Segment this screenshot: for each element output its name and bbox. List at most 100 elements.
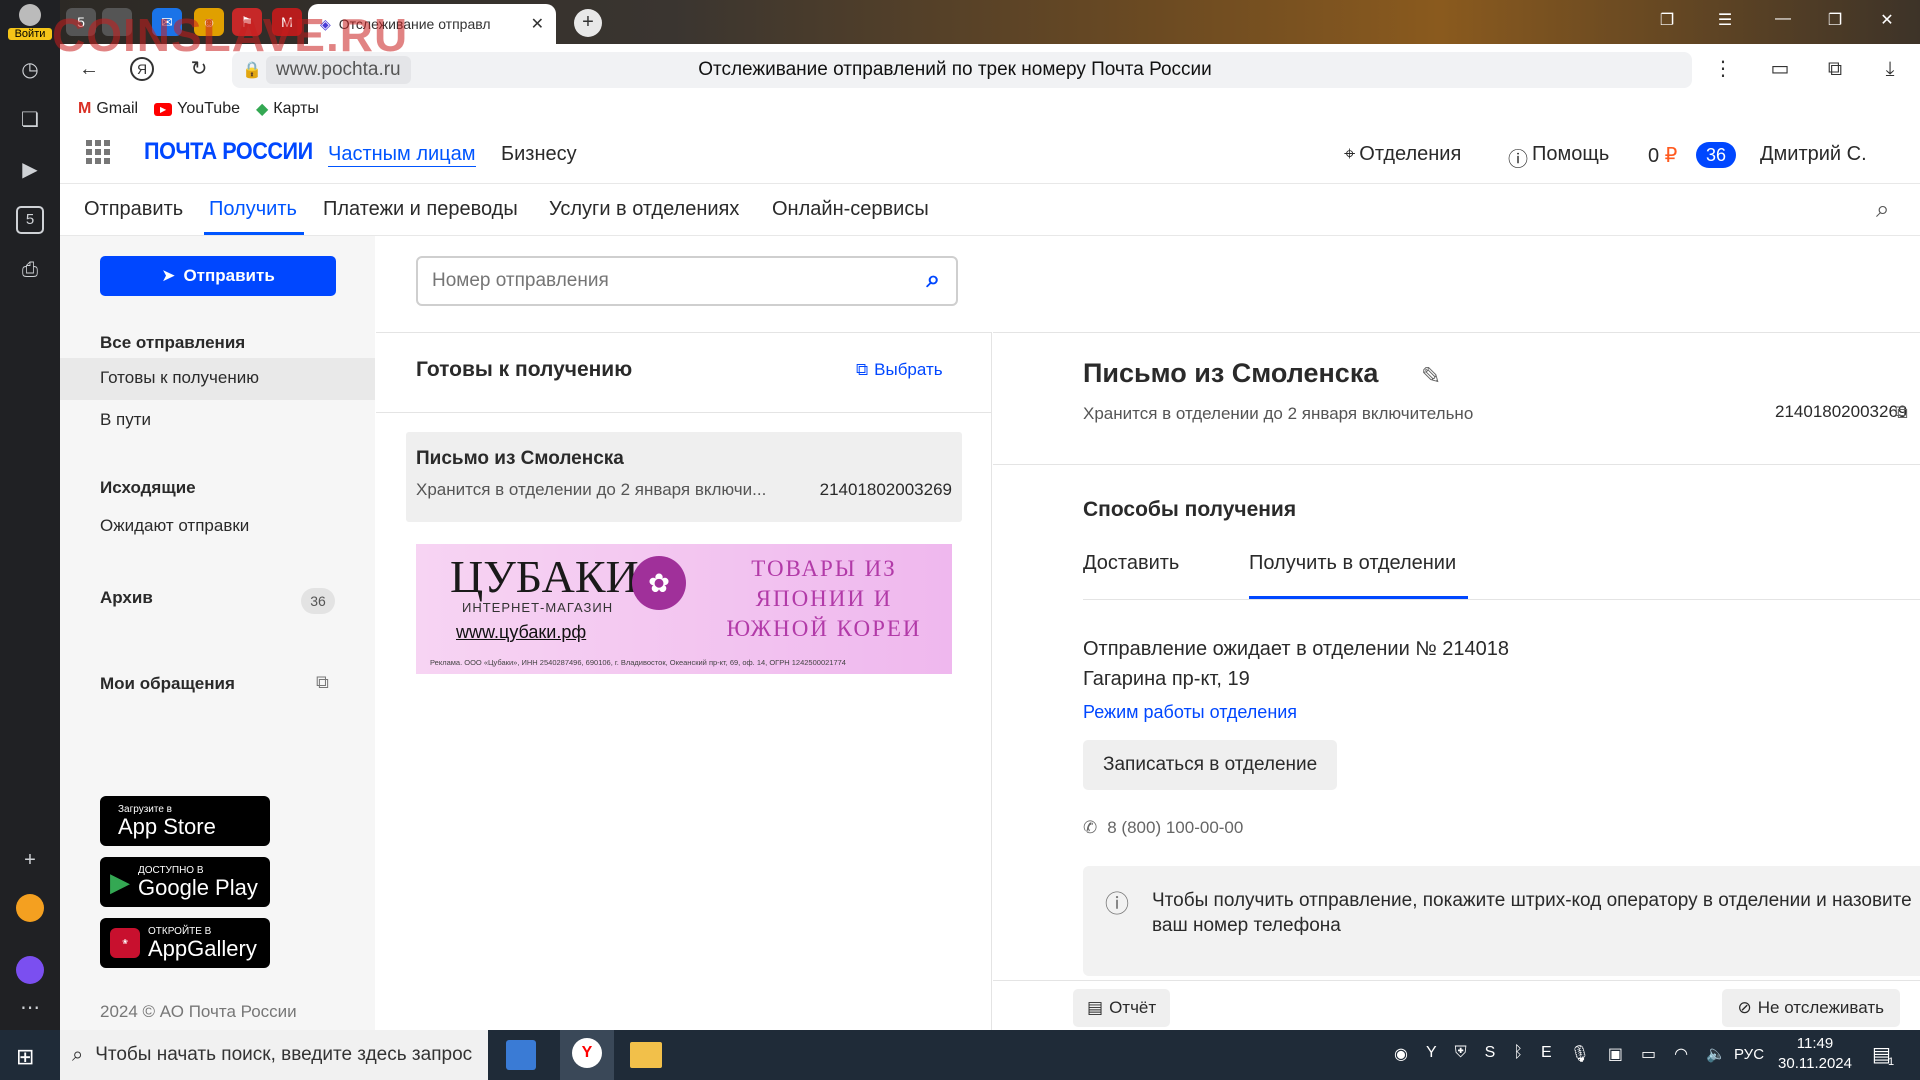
epic-icon[interactable]: E <box>1541 1044 1552 1064</box>
segment-business[interactable]: Бизнесу <box>501 143 577 166</box>
profile-label: Войти <box>8 28 52 40</box>
app-icon[interactable] <box>16 894 44 922</box>
windows-start-icon[interactable]: ⊞ <box>16 1044 34 1070</box>
office-hours-link[interactable]: Режим работы отделения <box>1083 702 1297 723</box>
tracking-search-input[interactable] <box>432 268 892 294</box>
help-link[interactable]: ⓘ Помощь <box>1508 143 1609 172</box>
ad-banner[interactable]: ЦУБАКИ ✿ ИНТЕРНЕТ-МАГАЗИН www.цубаки.рф … <box>416 544 952 674</box>
close-tab-icon[interactable]: ✕ <box>531 14 544 34</box>
sidebar-item-awaiting[interactable]: Ожидают отправки <box>100 516 249 536</box>
detail-track[interactable]: 21401802003269 <box>1775 402 1907 422</box>
copy-icon[interactable]: ⧉ <box>1895 402 1908 423</box>
sidebar-item-ready[interactable]: Готовы к получению <box>100 368 259 388</box>
nav-online-services[interactable]: Онлайн-сервисы <box>772 198 929 221</box>
nav-receive[interactable]: Получить <box>209 198 297 221</box>
google-play-button[interactable]: ▶ ДОСТУПНО В Google Play <box>100 857 270 907</box>
collections-icon[interactable]: ❏ <box>16 106 44 134</box>
shield-icon[interactable]: ⛨ <box>1455 1044 1467 1064</box>
untrack-button[interactable]: ⊘ Не отслеживать <box>1721 989 1900 1027</box>
bookmarks-bar: M Gmail ▶ YouTube ◆ Карты <box>60 94 1920 124</box>
maximize-icon[interactable]: ❐ <box>1820 10 1850 30</box>
battery-icon[interactable]: ▭ <box>1765 54 1795 84</box>
volume-icon[interactable]: 🔈 <box>1706 1044 1726 1064</box>
document-icon: ▤ <box>1087 998 1104 1017</box>
bluetooth-icon[interactable]: ᛒ <box>1513 1044 1523 1064</box>
info-icon: ⓘ <box>1105 891 1129 918</box>
divider <box>376 332 992 333</box>
site-logo[interactable]: ПОЧТА РОССИИ <box>144 138 313 166</box>
list-item[interactable]: Письмо из Смоленска Хранится в отделении… <box>406 432 962 522</box>
user-name[interactable]: Дмитрий С. <box>1760 143 1867 166</box>
search-icon[interactable]: ⌕ <box>1876 196 1889 224</box>
language-indicator[interactable]: РУС <box>1734 1046 1764 1063</box>
history-icon[interactable]: ◷ <box>16 56 44 84</box>
report-button[interactable]: ▤ Отчёт <box>1073 989 1171 1027</box>
bookmark-maps[interactable]: ◆ Карты <box>256 99 319 119</box>
info-text: Чтобы получить отправление, покажите штр… <box>1152 890 1912 936</box>
app-store-button[interactable]: Загрузите в App Store <box>100 796 270 846</box>
sidebar-item-archive[interactable]: Архив <box>100 588 153 608</box>
steam-icon[interactable]: ◉ <box>1394 1044 1408 1064</box>
taskbar-yandex-active[interactable]: Y <box>560 1030 614 1080</box>
appgallery-button[interactable]: ❀ ОТКРОЙТЕ В AppGallery <box>100 918 270 968</box>
video-icon[interactable]: ▶ <box>16 156 44 184</box>
tracking-search-field[interactable]: ⌕ <box>416 256 958 306</box>
taskbar-search-placeholder: Чтобы начать поиск, введите здесь запрос <box>95 1044 473 1065</box>
download-icon[interactable]: ⤓ <box>1875 54 1905 84</box>
alice-icon[interactable] <box>16 956 44 984</box>
new-tab-button[interactable]: + <box>574 9 602 37</box>
clock[interactable]: 11:49 30.11.2024 <box>1778 1034 1852 1074</box>
ad-slogan: ТОВАРЫ ИЗ ЯПОНИИ И ЮЖНОЙ КОРЕИ <box>726 556 922 641</box>
search-icon[interactable]: ⌕ <box>927 266 940 294</box>
store-small: ОТКРОЙТЕ В <box>148 925 212 937</box>
add-icon[interactable]: + <box>16 846 44 874</box>
bookmark-label: Карты <box>273 100 319 117</box>
points-counter[interactable]: 0 ₽ <box>1648 143 1677 168</box>
wifi-icon[interactable]: ◠ <box>1674 1044 1688 1064</box>
browser-sidebar: Войти ◷ ❏ ▶ 5 ⎙ + ⋯ <box>0 0 60 1030</box>
watermark: COINSLAVE.RU <box>52 9 409 61</box>
collections-icon[interactable]: ❐ <box>1652 10 1682 30</box>
offices-link[interactable]: ⌖ Отделения <box>1344 143 1461 166</box>
battery-icon[interactable]: ▭ <box>1641 1044 1656 1064</box>
display-icon[interactable]: ▣ <box>1608 1044 1623 1064</box>
menu-icon[interactable]: ☰ <box>1710 10 1740 30</box>
minimize-icon[interactable]: — <box>1768 10 1798 28</box>
external-link-icon[interactable]: ⧉ <box>316 672 329 693</box>
tab-deliver[interactable]: Доставить <box>1083 552 1179 575</box>
more-icon[interactable]: ⋮ <box>1708 54 1738 84</box>
taskbar-search[interactable]: ⌕ Чтобы начать поиск, введите здесь запр… <box>60 1030 488 1080</box>
translate-icon[interactable]: ⧉ <box>1820 54 1850 84</box>
help-icon: ⓘ <box>1508 149 1528 171</box>
ad-legal: Реклама. ООО «Цубаки», ИНН 2540287496, 6… <box>430 658 846 667</box>
store-small: Загрузите в <box>118 803 172 815</box>
windows-taskbar: ⊞ ⌕ Чтобы начать поиск, введите здесь за… <box>0 1030 1920 1080</box>
tab-pickup[interactable]: Получить в отделении <box>1249 552 1456 575</box>
send-button[interactable]: ➤ Отправить <box>100 256 336 296</box>
select-label: Выбрать <box>874 360 943 379</box>
app-tray-icon[interactable]: S <box>1485 1044 1496 1064</box>
select-button[interactable]: ⧉ Выбрать <box>856 360 943 380</box>
profile-button[interactable]: Войти <box>8 4 52 42</box>
sidebar-item-appeals[interactable]: Мои обращения <box>100 674 235 694</box>
nav-payments[interactable]: Платежи и переводы <box>323 198 518 221</box>
nav-office-services[interactable]: Услуги в отделениях <box>549 198 739 221</box>
sidebar-item-in-transit[interactable]: В пути <box>100 410 151 430</box>
paper-plane-icon: ➤ <box>161 266 176 285</box>
bookmark-gmail[interactable]: M Gmail <box>78 100 138 118</box>
apps-grid-icon[interactable] <box>86 140 110 164</box>
store-app-icon[interactable] <box>506 1040 536 1070</box>
bookmark-youtube[interactable]: ▶ YouTube <box>154 100 240 118</box>
microphone-icon[interactable]: 🎙 <box>1570 1044 1590 1064</box>
edit-icon[interactable]: ✎ <box>1421 362 1441 391</box>
yandex-tray-icon[interactable]: Y <box>1426 1044 1437 1064</box>
book-office-button[interactable]: Записаться в отделение <box>1083 740 1338 790</box>
nav-send[interactable]: Отправить <box>84 198 183 221</box>
segment-private[interactable]: Частным лицам <box>328 143 476 167</box>
file-explorer-icon[interactable] <box>630 1042 662 1068</box>
sidebar-badge-icon[interactable]: 5 <box>16 206 44 234</box>
screenshot-icon[interactable]: ⎙ <box>16 256 44 284</box>
more-icon[interactable]: ⋯ <box>16 994 44 1022</box>
close-window-icon[interactable]: ✕ <box>1872 10 1902 30</box>
notifications-badge[interactable]: 36 <box>1696 142 1737 168</box>
